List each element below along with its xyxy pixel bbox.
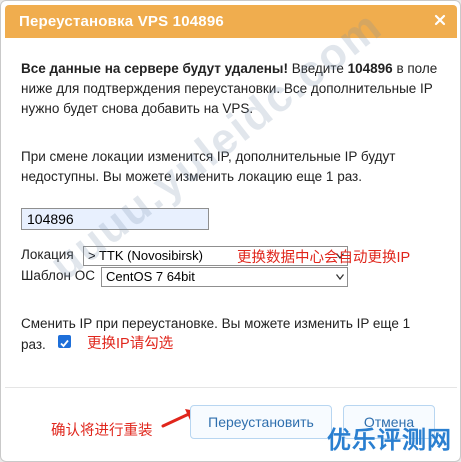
change-ip-text: Сменить IP при переустановке. Вы можете … bbox=[21, 313, 441, 355]
corner-watermark: 优乐评测网 bbox=[327, 427, 452, 454]
os-template-select[interactable]: CentOS 7 64bit bbox=[101, 267, 348, 287]
chevron-down-icon bbox=[336, 274, 344, 280]
reinstall-dialog: Переустановка VPS 104896 Все данные на с… bbox=[0, 0, 461, 462]
change-ip-annotation: 更换IP请勾选 bbox=[87, 336, 174, 352]
warning-bold: Все данные на сервере будут удалены! bbox=[21, 61, 288, 76]
check-icon bbox=[60, 339, 69, 348]
footer-divider bbox=[5, 387, 457, 388]
change-ip-text-line2: раз. bbox=[21, 337, 46, 352]
os-template-selected: CentOS 7 64bit bbox=[106, 269, 195, 284]
change-ip-text-line1: Сменить IP при переустановке. Вы можете … bbox=[21, 316, 411, 331]
close-icon[interactable] bbox=[433, 13, 447, 27]
location-annotation: 更换数据中心会自动更换IP bbox=[237, 250, 411, 266]
change-ip-checkbox[interactable] bbox=[58, 335, 71, 348]
reinstall-annotation: 确认将进行重装 bbox=[51, 423, 153, 439]
reinstall-button[interactable]: Переустановить bbox=[190, 405, 332, 439]
dialog-titlebar: Переустановка VPS 104896 bbox=[5, 5, 457, 38]
dialog-title: Переустановка VPS 104896 bbox=[19, 13, 224, 30]
